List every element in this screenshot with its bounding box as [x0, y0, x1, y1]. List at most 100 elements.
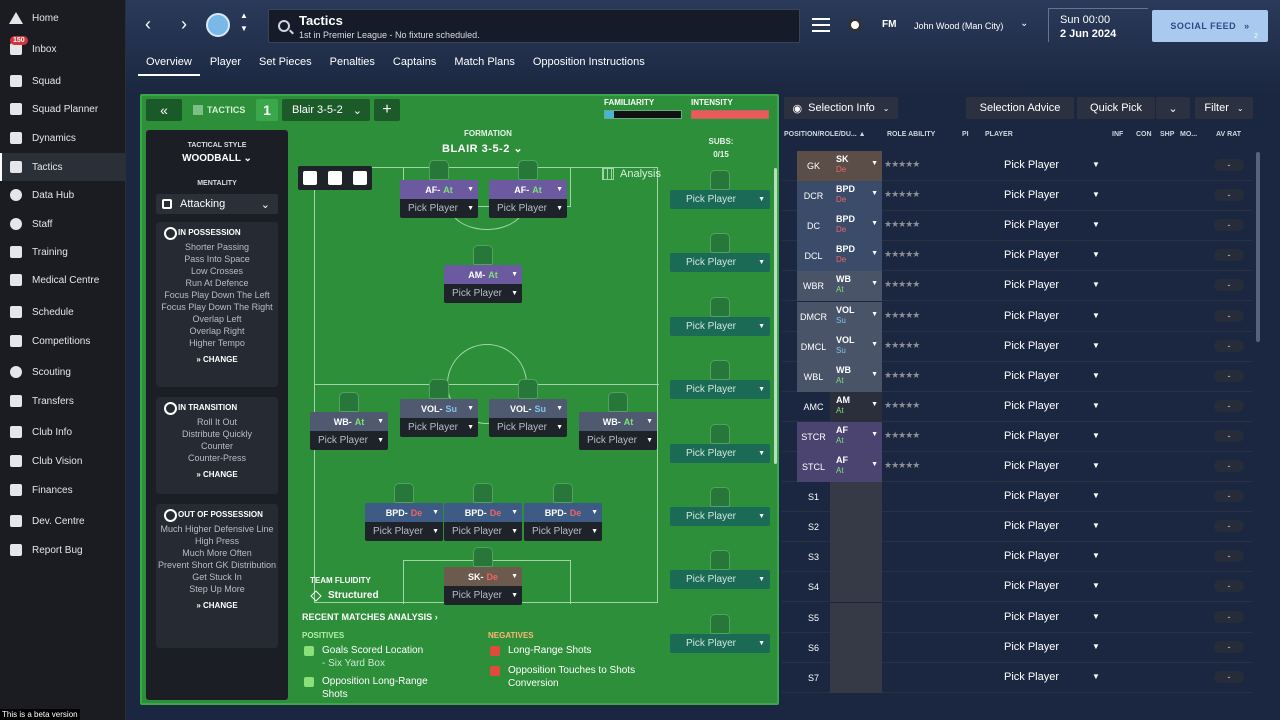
- chevron-down-icon[interactable]: ▼: [1092, 311, 1100, 320]
- pick-player-label[interactable]: Pick Player: [1004, 580, 1059, 592]
- squad-row[interactable]: DCL ★★★★★ BPD De ▼ Pick Player ▼ -: [782, 241, 1252, 272]
- role-selector[interactable]: BPD - De ▼: [365, 503, 443, 522]
- intensity-bar[interactable]: [691, 110, 769, 119]
- sidebar-item-club-vision[interactable]: Club Vision: [0, 447, 126, 475]
- pitch-slot[interactable]: AF - At ▼ Pick Player ▼: [489, 160, 567, 218]
- pick-player-label[interactable]: Pick Player: [1004, 671, 1059, 683]
- quick-pick-dropdown[interactable]: ⌄: [1156, 97, 1190, 119]
- role-cell[interactable]: AM At ▼: [830, 391, 882, 422]
- sidebar-item-report-bug[interactable]: Report Bug: [0, 536, 126, 564]
- role-selector[interactable]: BPD - De ▼: [524, 503, 602, 522]
- manager-name[interactable]: John Wood (Man City): [914, 21, 1003, 31]
- pick-player-selector[interactable]: Pick Player ▼: [400, 418, 478, 437]
- sub-pick-player[interactable]: Pick Player ▼: [670, 380, 770, 400]
- sub-slot[interactable]: Pick Player ▼: [670, 296, 770, 336]
- pick-player-label[interactable]: Pick Player: [1004, 550, 1059, 562]
- in-possession-box[interactable]: IN POSSESSION Shorter Passing Pass Into Sp…: [156, 222, 278, 387]
- squad-row[interactable]: DC ★★★★★ BPD De ▼ Pick Player ▼ -: [782, 211, 1252, 242]
- chevron-down-icon[interactable]: ▼: [1092, 401, 1100, 410]
- pick-player-selector[interactable]: Pick Player ▼: [489, 199, 567, 218]
- tab-overview[interactable]: Overview: [138, 52, 200, 76]
- pick-player-label[interactable]: Pick Player: [1004, 159, 1059, 171]
- squad-row[interactable]: GK ★★★★★ SK De ▼ Pick Player ▼ -: [782, 151, 1252, 181]
- sidebar-item-inbox[interactable]: 150 Inbox: [0, 35, 126, 63]
- tab-player[interactable]: Player: [202, 52, 249, 76]
- selection-advice-button[interactable]: Selection Advice: [966, 97, 1074, 119]
- fm-logo[interactable]: FM: [882, 19, 896, 30]
- role-cell[interactable]: AF At ▼: [830, 421, 882, 452]
- pick-player-label[interactable]: Pick Player: [1004, 370, 1059, 382]
- stats-view-icon[interactable]: [327, 171, 342, 185]
- pick-player-label[interactable]: Pick Player: [1004, 611, 1059, 623]
- sub-slot[interactable]: Pick Player ▼: [670, 550, 770, 590]
- selection-info-button[interactable]: ◉ Selection Info ⌄: [784, 97, 898, 119]
- pick-player-label[interactable]: Pick Player: [1004, 189, 1059, 201]
- pick-player-selector[interactable]: Pick Player ▼: [444, 586, 522, 605]
- pitch-view-icon[interactable]: [352, 171, 367, 185]
- sub-slot[interactable]: Pick Player ▼: [670, 487, 770, 526]
- chevron-down-icon[interactable]: ▼: [1092, 190, 1100, 199]
- chevron-down-icon[interactable]: ▼: [1092, 461, 1100, 470]
- pick-player-selector[interactable]: Pick Player ▼: [400, 199, 478, 218]
- pick-player-selector[interactable]: Pick Player ▼: [489, 418, 567, 437]
- header-role-ability[interactable]: ROLE ABILITY: [887, 131, 935, 138]
- out-of-possession-box[interactable]: OUT OF POSSESSION Much Higher Defensive L…: [156, 504, 278, 648]
- sidebar-item-scouting[interactable]: Scouting: [0, 358, 126, 386]
- sidebar-item-transfers[interactable]: Transfers: [0, 387, 126, 415]
- add-tactic-button[interactable]: +: [374, 99, 400, 121]
- collapse-button[interactable]: «: [146, 99, 182, 121]
- back-arrow-icon[interactable]: ‹: [138, 12, 158, 36]
- title-search-box[interactable]: Tactics 1st in Premier League - No fixtu…: [268, 9, 800, 43]
- squad-row[interactable]: DMCL ★★★★★ VOL Su ▼ Pick Player ▼ -: [782, 331, 1252, 362]
- pick-player-label[interactable]: Pick Player: [1004, 310, 1059, 322]
- pick-player-label[interactable]: Pick Player: [1004, 340, 1059, 352]
- in-transition-change-button[interactable]: » CHANGE: [156, 464, 278, 485]
- role-cell[interactable]: BPD De ▼: [830, 211, 882, 242]
- squad-row[interactable]: S3 Pick Player ▼ -: [782, 542, 1252, 573]
- tactic-slot-number[interactable]: 1: [256, 99, 278, 121]
- mentality-dropdown[interactable]: Attacking ⌄: [156, 194, 278, 214]
- role-cell[interactable]: VOL Su ▼: [830, 331, 882, 362]
- squad-row[interactable]: S2 Pick Player ▼ -: [782, 512, 1252, 543]
- squad-row[interactable]: S1 Pick Player ▼ -: [782, 482, 1252, 513]
- pitch-slot[interactable]: BPD - De ▼ Pick Player ▼: [365, 483, 443, 541]
- squad-row[interactable]: STCL ★★★★★ AF At ▼ Pick Player ▼ -: [782, 452, 1252, 482]
- chevron-down-icon[interactable]: ▼: [1092, 612, 1100, 621]
- chevron-down-icon[interactable]: ▼: [1092, 581, 1100, 590]
- tactical-style-value[interactable]: WOODBALL ⌄: [146, 153, 288, 164]
- role-selector[interactable]: VOL - Su ▼: [489, 399, 567, 418]
- pitch-slot[interactable]: WB - At ▼ Pick Player ▼: [310, 392, 388, 450]
- tab-set-pieces[interactable]: Set Pieces: [251, 52, 320, 76]
- squad-row[interactable]: AMC ★★★★★ AM At ▼ Pick Player ▼ -: [782, 391, 1252, 422]
- pitch-slot[interactable]: AM - At ▼ Pick Player ▼: [444, 245, 522, 303]
- sub-slot[interactable]: Pick Player ▼: [670, 233, 770, 273]
- pick-player-selector[interactable]: Pick Player ▼: [310, 431, 388, 450]
- sidebar-item-medical-centre[interactable]: Medical Centre: [0, 266, 126, 294]
- role-selector[interactable]: AM - At ▼: [444, 265, 522, 284]
- sidebar-item-dev-centre[interactable]: Dev. Centre: [0, 507, 126, 535]
- menu-icon[interactable]: [812, 18, 830, 32]
- squad-scrollbar[interactable]: [1256, 152, 1260, 342]
- out-of-possession-change-button[interactable]: » CHANGE: [156, 595, 278, 616]
- squad-row[interactable]: DMCR ★★★★★ VOL Su ▼ Pick Player ▼ -: [782, 301, 1252, 332]
- role-cell[interactable]: BPD De ▼: [830, 241, 882, 272]
- chevron-down-icon[interactable]: ▼: [1092, 250, 1100, 259]
- sub-pick-player[interactable]: Pick Player ▼: [670, 507, 770, 526]
- role-selector[interactable]: WB - At ▼: [310, 412, 388, 431]
- tactic-name-dropdown[interactable]: Blair 3-5-2 ⌄: [282, 99, 370, 121]
- header-pi[interactable]: PI: [962, 131, 969, 138]
- chevron-down-icon[interactable]: ▼: [1092, 521, 1100, 530]
- pitch-slot[interactable]: AF - At ▼ Pick Player ▼: [400, 160, 478, 218]
- header-con[interactable]: CON: [1136, 131, 1152, 138]
- role-selector[interactable]: SK - De ▼: [444, 567, 522, 586]
- pitch-slot[interactable]: WB - At ▼ Pick Player ▼: [579, 392, 657, 450]
- sub-slot[interactable]: Pick Player ▼: [670, 170, 770, 209]
- chevron-down-icon[interactable]: ▼: [1092, 491, 1100, 500]
- role-cell[interactable]: SK De ▼: [830, 151, 882, 181]
- sidebar-item-data-hub[interactable]: Data Hub: [0, 181, 126, 209]
- sidebar-item-finances[interactable]: Finances: [0, 476, 126, 504]
- role-cell[interactable]: WB At ▼: [830, 361, 882, 392]
- role-cell[interactable]: BPD De ▼: [830, 181, 882, 212]
- header-av-rat[interactable]: AV RAT: [1216, 131, 1241, 138]
- date-block[interactable]: Sun 00:00 2 Jun 2024: [1048, 8, 1148, 42]
